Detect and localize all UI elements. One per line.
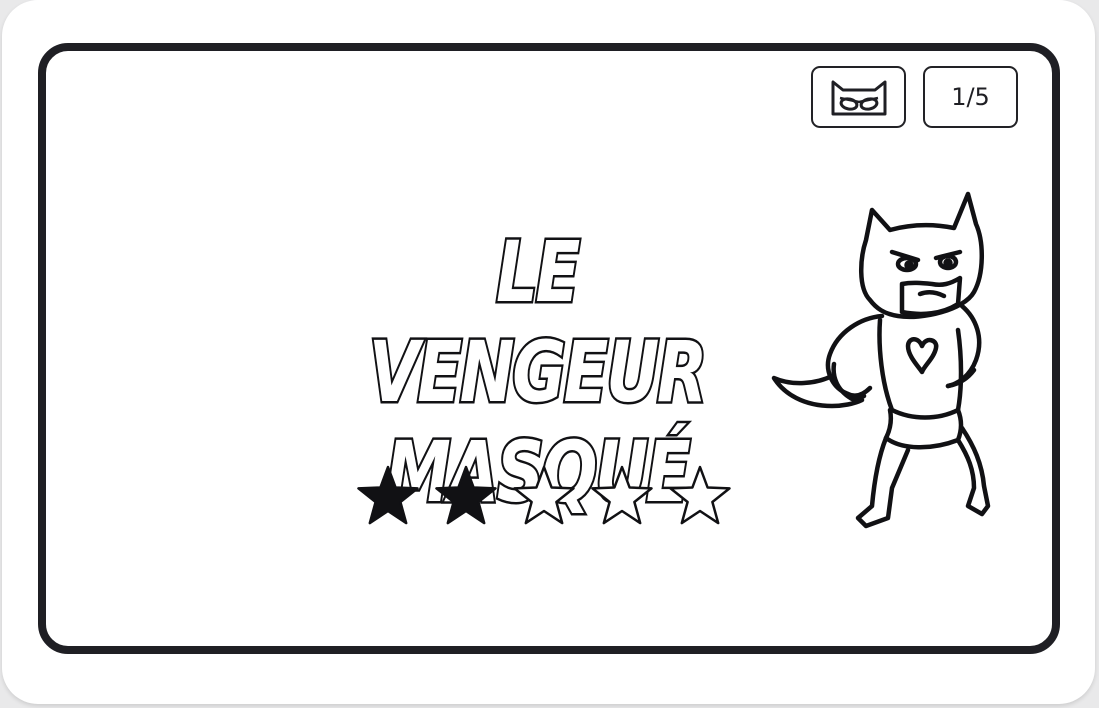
mask-icon xyxy=(831,80,886,116)
game-card[interactable]: 1/5 LE VENGEUR MASQUÉ xyxy=(2,0,1095,704)
star-empty-icon xyxy=(669,465,731,525)
star-empty-icon xyxy=(591,465,653,525)
difficulty-rating xyxy=(357,465,731,525)
star-filled-icon xyxy=(357,465,419,525)
category-badge xyxy=(811,66,906,128)
title-line-1: LE VENGEUR xyxy=(367,221,709,424)
star-filled-icon xyxy=(435,465,497,525)
card-counter: 1/5 xyxy=(923,66,1018,128)
masked-hero-illustration xyxy=(771,191,991,529)
star-empty-icon xyxy=(513,465,575,525)
